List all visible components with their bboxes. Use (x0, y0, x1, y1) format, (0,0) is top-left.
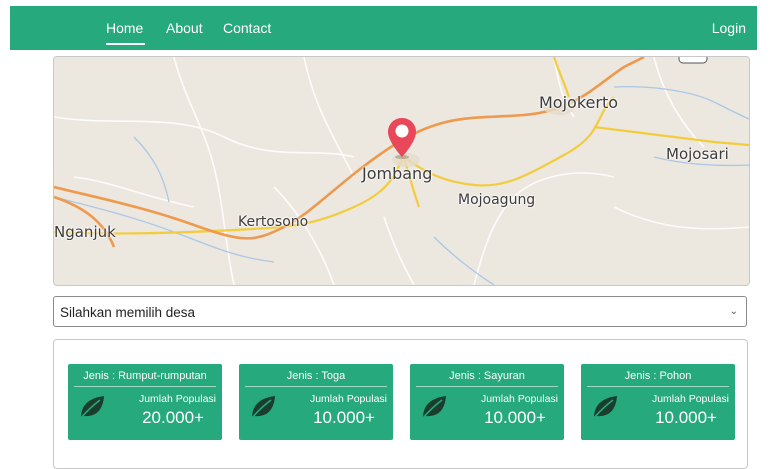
card-title: Jenis : Pohon (624, 370, 692, 382)
leaf-icon (592, 396, 617, 420)
map-view[interactable]: Mojokerto Mojosari Jombang Mojoagung Ker… (53, 56, 750, 286)
population-card[interactable]: Jenis : Rumput-rumputan Jumlah Populasi … (68, 364, 222, 440)
population-cards-panel: Jenis : Rumput-rumputan Jumlah Populasi … (53, 339, 748, 469)
village-select-value: Silahkan memilih desa (60, 305, 196, 320)
map-label-mojokerto: Mojokerto (539, 93, 619, 112)
population-card[interactable]: Jenis : Toga Jumlah Populasi 10.000+ (239, 364, 393, 440)
leaf-icon (79, 396, 104, 420)
card-title: Jenis : Sayuran (449, 370, 525, 382)
village-select[interactable]: Silahkan memilih desa ⌄ (53, 296, 747, 327)
map-label-jombang: Jombang (362, 164, 433, 183)
card-title: Jenis : Toga (286, 370, 346, 382)
map-label-mojoagung: Mojoagung (458, 192, 536, 208)
nav-contact-link[interactable]: Contact (223, 20, 271, 36)
population-card[interactable]: Jenis : Pohon Jumlah Populasi 10.000+ (581, 364, 735, 440)
map-label-mojosari: Mojosari (666, 145, 729, 163)
navbar: Home About Contact Login (10, 6, 757, 50)
card-count: 10.000+ (655, 408, 717, 427)
card-count: 10.000+ (313, 408, 375, 427)
nav-login-link[interactable]: Login (712, 20, 746, 36)
card-divider (587, 386, 729, 387)
nav-home-link[interactable]: Home (106, 20, 143, 36)
chevron-down-icon: ⌄ (729, 306, 738, 317)
card-label: Jumlah Populasi (651, 393, 729, 405)
card-divider (416, 386, 558, 387)
population-card[interactable]: Jenis : Sayuran Jumlah Populasi 10.000+ (410, 364, 564, 440)
leaf-icon (421, 396, 446, 420)
card-label: Jumlah Populasi (480, 393, 558, 405)
card-title: Jenis : Rumput-rumputan (83, 370, 207, 382)
nav-active-indicator (106, 43, 145, 45)
map-label-kertosono: Kertosono (238, 214, 309, 230)
card-count: 10.000+ (484, 408, 546, 427)
card-divider (245, 386, 387, 387)
leaf-icon (250, 396, 275, 420)
card-count: 20.000+ (142, 408, 204, 427)
card-divider (74, 386, 216, 387)
map-label-nganjuk: Nganjuk (54, 223, 116, 241)
card-label: Jumlah Populasi (138, 393, 216, 405)
card-label: Jumlah Populasi (309, 393, 387, 405)
nav-about-link[interactable]: About (166, 20, 203, 36)
map-pin-icon[interactable] (387, 117, 417, 159)
